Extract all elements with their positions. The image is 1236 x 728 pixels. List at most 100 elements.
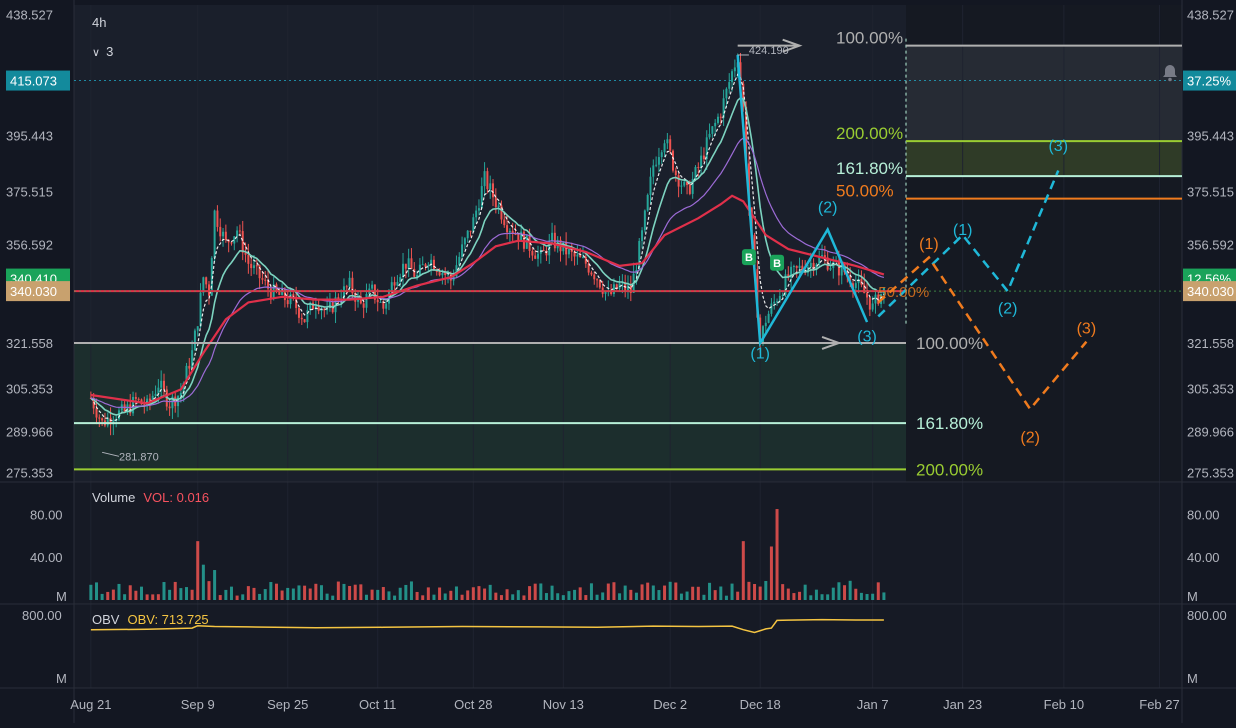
- volume-bar: [522, 595, 526, 600]
- y-tick-right: 289.966: [1187, 425, 1234, 440]
- candle-body: [590, 272, 593, 275]
- volume-bar: [792, 593, 796, 600]
- volume-bar: [516, 590, 520, 600]
- volume-bar: [736, 591, 740, 600]
- candle-body: [531, 250, 534, 256]
- candle-body: [219, 226, 222, 237]
- volume-bar: [843, 585, 847, 600]
- candle-body: [101, 418, 104, 421]
- candle-body: [770, 303, 773, 314]
- cyan-wave-label: (3): [857, 329, 877, 346]
- alert-bell-icon[interactable]: [1162, 64, 1178, 82]
- candle-body: [168, 406, 171, 409]
- candle-body: [719, 116, 722, 118]
- candle-body: [767, 313, 770, 323]
- x-tick-label: Oct 11: [359, 697, 396, 712]
- volume-bar: [713, 590, 717, 600]
- candle-body: [798, 265, 801, 268]
- candle-body: [233, 236, 236, 244]
- fib-label: 161.80%: [916, 414, 983, 433]
- volume-bar: [303, 585, 307, 600]
- candle-body: [494, 197, 497, 207]
- candle-body: [154, 393, 157, 396]
- volume-bar: [145, 594, 149, 600]
- candle-body: [671, 150, 674, 171]
- volume-bar: [325, 593, 329, 600]
- obv-legend[interactable]: OBV OBV: 713.725: [92, 612, 209, 627]
- candle-body: [410, 258, 413, 269]
- cyan-wave-label: (1): [750, 346, 770, 363]
- indicator-toggle[interactable]: ∨ 3: [92, 44, 113, 59]
- candle-body: [697, 166, 700, 168]
- y-tick-right: 395.443: [1187, 129, 1234, 144]
- volume-bar: [708, 582, 712, 600]
- cyan-wave-label: (2): [998, 301, 1018, 318]
- candle-body: [193, 330, 196, 351]
- candle-body: [238, 230, 241, 232]
- volume-bar: [539, 583, 543, 600]
- volume-bar: [674, 582, 678, 600]
- candle-body: [643, 210, 646, 231]
- volume-bar: [156, 594, 160, 600]
- y-tick-right: 438.527: [1187, 8, 1234, 23]
- obv-y-tick-right: 800.00: [1187, 608, 1227, 623]
- candle-body: [680, 185, 683, 187]
- candle-body: [162, 380, 165, 390]
- volume-bar: [595, 594, 599, 600]
- volume-bar: [499, 595, 503, 600]
- volume-bar: [758, 586, 762, 600]
- candle-body: [472, 217, 475, 232]
- volume-bar: [348, 585, 352, 600]
- candle-body: [506, 225, 509, 233]
- volume-bar: [235, 595, 239, 600]
- volume-bar: [184, 587, 188, 600]
- volume-y-tick-right: 40.00: [1187, 550, 1220, 565]
- volume-bar: [263, 589, 267, 600]
- x-tick-label: Feb 27: [1139, 697, 1179, 712]
- interval-label[interactable]: 4h: [92, 15, 106, 30]
- candle-body: [596, 279, 599, 281]
- orange-wave-label: (3): [1077, 320, 1097, 337]
- orange-wave-label: (1): [919, 236, 939, 253]
- volume-bar: [421, 595, 425, 600]
- volume-bar: [646, 582, 650, 600]
- volume-bar: [567, 591, 571, 600]
- volume-bar: [589, 583, 593, 600]
- candle-body: [157, 387, 160, 394]
- candle-body: [250, 263, 253, 269]
- volume-bar: [556, 593, 560, 600]
- volume-value: VOL: 0.016: [143, 490, 210, 505]
- volume-bar: [854, 588, 858, 600]
- volume-bar: [128, 585, 132, 600]
- volume-legend[interactable]: Volume VOL: 0.016: [92, 490, 209, 505]
- candle-body: [708, 133, 711, 138]
- y-tick-left: 375.515: [6, 185, 53, 200]
- candle-body: [663, 143, 666, 153]
- volume-bar: [280, 590, 284, 600]
- candle-body: [475, 210, 478, 218]
- candle-body: [362, 303, 365, 308]
- candle-body: [297, 308, 300, 318]
- candle-body: [224, 231, 227, 240]
- candle-body: [247, 254, 250, 264]
- volume-bar: [561, 595, 565, 600]
- volume-bar: [876, 582, 880, 600]
- y-tick-left: 321.558: [6, 336, 53, 351]
- obv-y-tick-right: M: [1187, 671, 1198, 686]
- volume-bar: [438, 587, 442, 600]
- volume-bar: [398, 587, 402, 600]
- candle-body: [492, 183, 495, 198]
- candle-body: [778, 295, 781, 302]
- volume-bar: [241, 594, 245, 600]
- volume-bar: [606, 583, 610, 600]
- candle-body: [660, 152, 663, 158]
- candle-body: [213, 210, 216, 259]
- volume-bar: [798, 591, 802, 600]
- volume-bar: [229, 586, 233, 600]
- candle-body: [688, 185, 691, 194]
- volume-bar: [432, 594, 436, 600]
- obv-title: OBV: [92, 612, 120, 627]
- candle-body: [725, 88, 728, 99]
- volume-bar: [207, 581, 211, 600]
- volume-bar: [173, 581, 177, 600]
